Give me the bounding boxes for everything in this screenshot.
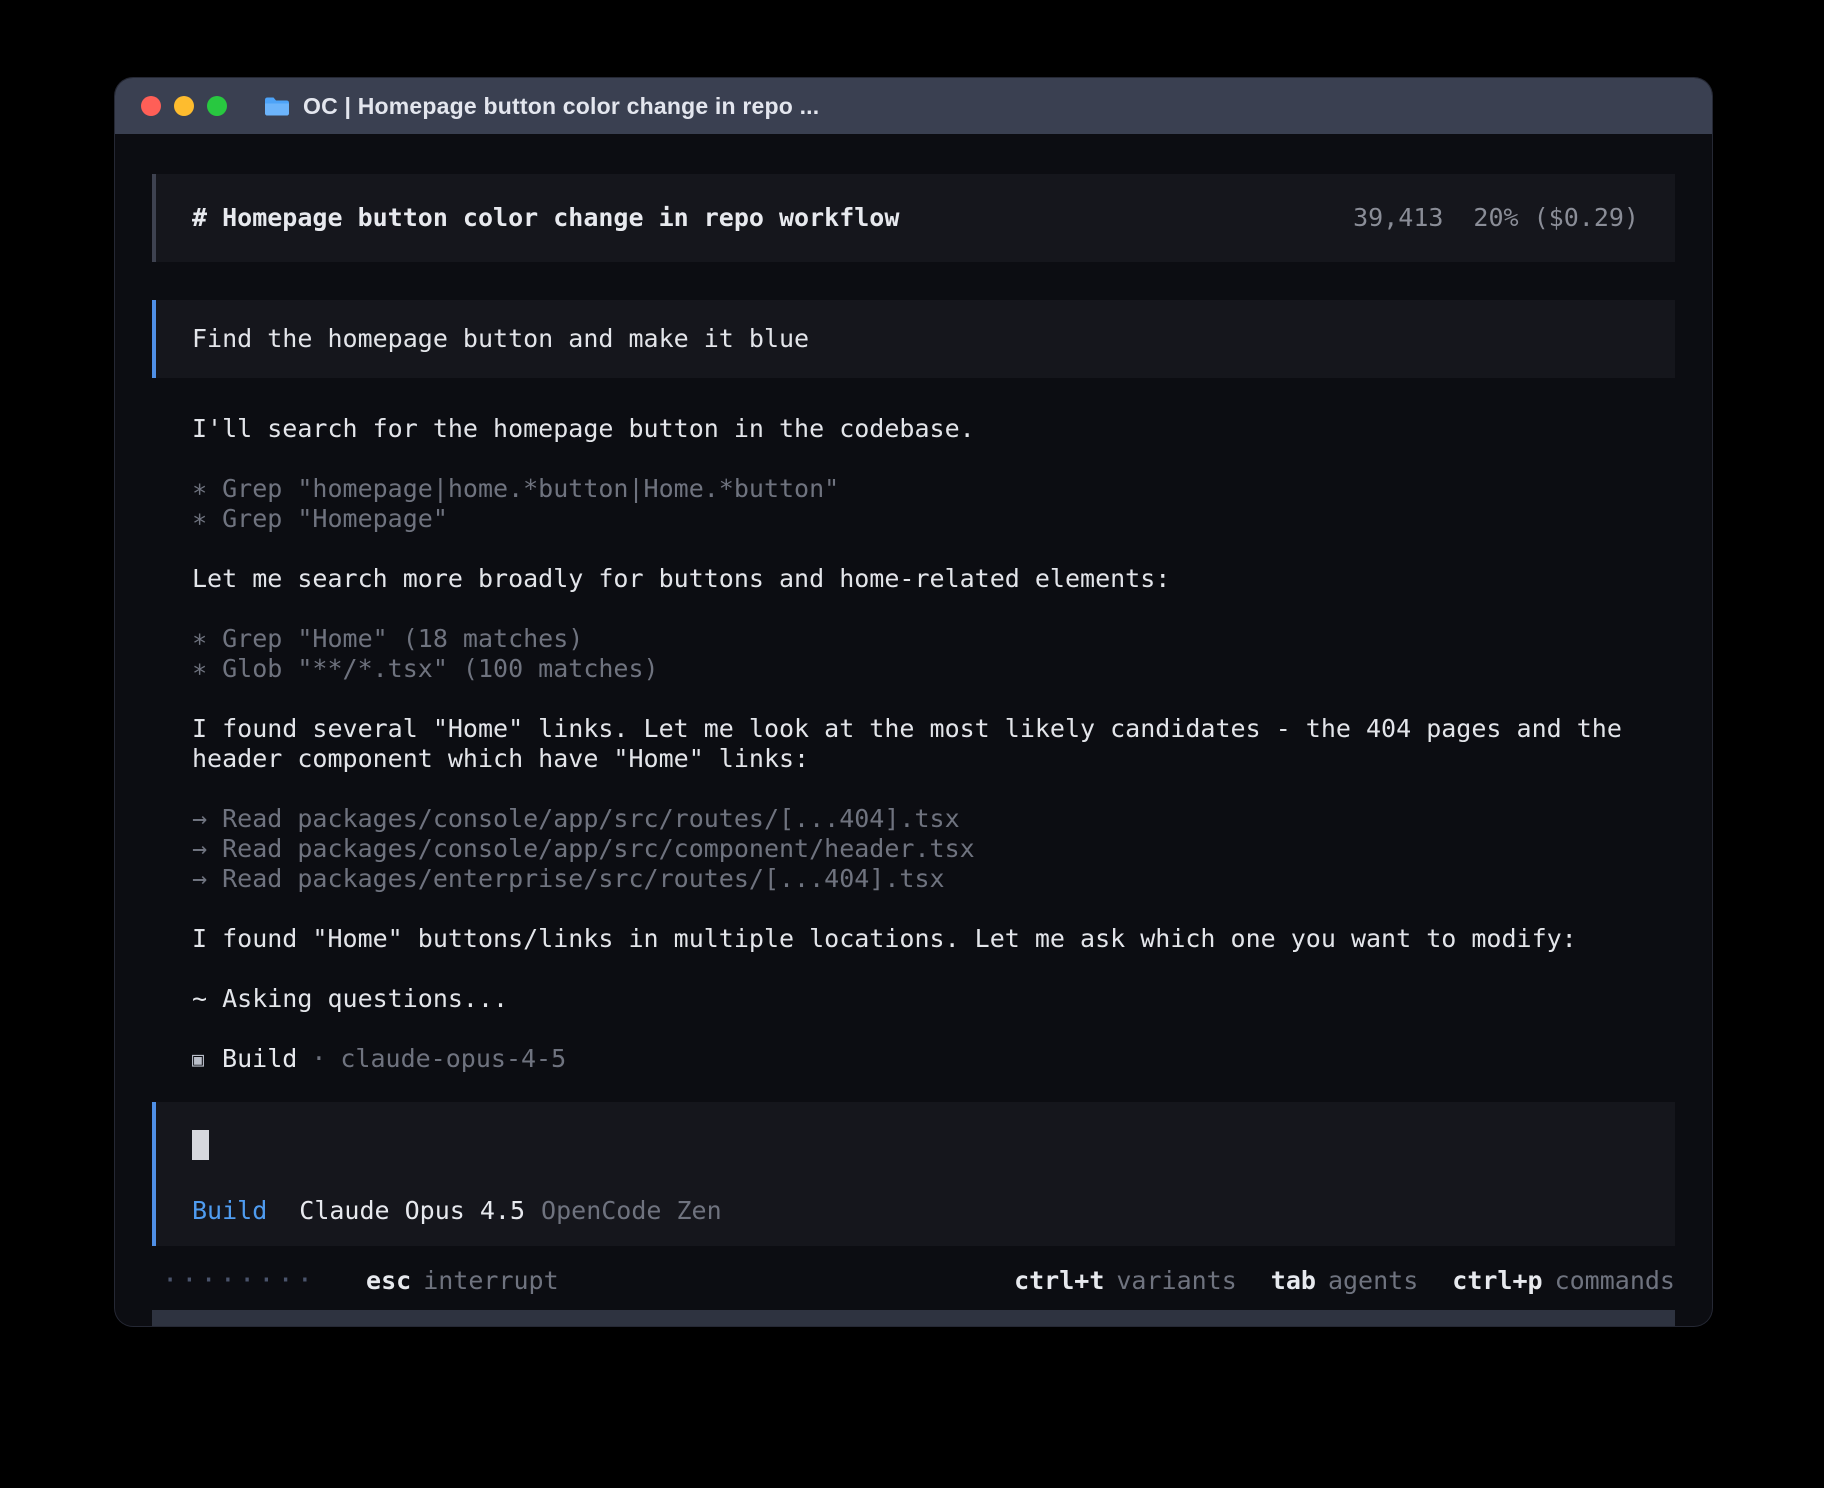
context-usage: 20% ($0.29) bbox=[1473, 203, 1639, 233]
shortcut-agents[interactable]: tab agents bbox=[1271, 1266, 1418, 1296]
tool-call-read: → Read packages/console/app/src/routes/[… bbox=[192, 804, 1675, 834]
shortcut-label: interrupt bbox=[423, 1266, 558, 1296]
agent-separator: · bbox=[311, 1044, 326, 1074]
agent-square-icon: ▣ bbox=[192, 1044, 204, 1074]
assistant-text: I found "Home" buttons/links in multiple… bbox=[192, 924, 1675, 954]
user-message: Find the homepage button and make it blu… bbox=[152, 300, 1675, 378]
provider-label: OpenCode Zen bbox=[541, 1196, 722, 1226]
close-button[interactable] bbox=[141, 96, 161, 116]
status-bar: ········ esc interrupt ctrl+t variants t… bbox=[152, 1266, 1675, 1296]
session-title: # Homepage button color change in repo w… bbox=[192, 203, 899, 233]
minimize-button[interactable] bbox=[174, 96, 194, 116]
shortcut-commands[interactable]: ctrl+p commands bbox=[1452, 1266, 1675, 1296]
agent-model: claude-opus-4-5 bbox=[340, 1044, 566, 1074]
tool-call-grep: ∗ Grep "Home" (18 matches) bbox=[192, 624, 1675, 654]
assistant-text: Let me search more broadly for buttons a… bbox=[192, 564, 1675, 594]
zoom-button[interactable] bbox=[207, 96, 227, 116]
shortcut-interrupt[interactable]: esc interrupt bbox=[366, 1266, 559, 1296]
tool-call-glob: ∗ Glob "**/*.tsx" (100 matches) bbox=[192, 654, 1675, 684]
assistant-status-text: ~ Asking questions... bbox=[192, 984, 1675, 1014]
agent-name: Build bbox=[222, 1044, 297, 1074]
window-title-group: OC | Homepage button color change in rep… bbox=[263, 93, 819, 120]
text-cursor bbox=[192, 1130, 209, 1160]
session-header: # Homepage button color change in repo w… bbox=[152, 174, 1675, 262]
input-meta: Build Claude Opus 4.5 OpenCode Zen bbox=[192, 1196, 1639, 1226]
session-stats: 39,413 20% ($0.29) bbox=[1353, 203, 1639, 233]
shortcut-label: agents bbox=[1328, 1266, 1418, 1296]
token-count: 39,413 bbox=[1353, 203, 1443, 233]
shortcut-key: ctrl+t bbox=[1014, 1266, 1104, 1296]
agent-mode-label[interactable]: Build bbox=[192, 1196, 267, 1226]
terminal-content: # Homepage button color change in repo w… bbox=[115, 134, 1712, 1326]
folder-icon bbox=[263, 95, 291, 118]
prompt-input[interactable]: Build Claude Opus 4.5 OpenCode Zen bbox=[152, 1102, 1675, 1246]
assistant-text: I'll search for the homepage button in t… bbox=[192, 414, 1675, 444]
traffic-lights bbox=[141, 96, 227, 116]
tool-call-grep: ∗ Grep "Homepage" bbox=[192, 504, 1675, 534]
window-bottom-strip bbox=[152, 1310, 1675, 1326]
shortcut-key: ctrl+p bbox=[1452, 1266, 1542, 1296]
assistant-text: I found several "Home" links. Let me loo… bbox=[192, 714, 1675, 774]
spinner-dots: ········ bbox=[162, 1266, 316, 1296]
shortcut-label: variants bbox=[1116, 1266, 1236, 1296]
titlebar[interactable]: OC | Homepage button color change in rep… bbox=[115, 78, 1712, 134]
agent-status-line: ▣ Build · claude-opus-4-5 bbox=[192, 1044, 1675, 1074]
window-title: OC | Homepage button color change in rep… bbox=[303, 93, 819, 120]
tool-call-read: → Read packages/enterprise/src/routes/[.… bbox=[192, 864, 1675, 894]
user-message-text: Find the homepage button and make it blu… bbox=[192, 324, 809, 354]
conversation: I'll search for the homepage button in t… bbox=[192, 384, 1675, 1014]
shortcut-variants[interactable]: ctrl+t variants bbox=[1014, 1266, 1237, 1296]
tool-call-grep: ∗ Grep "homepage|home.*button|Home.*butt… bbox=[192, 474, 1675, 504]
shortcut-key: tab bbox=[1271, 1266, 1316, 1296]
tool-call-read: → Read packages/console/app/src/componen… bbox=[192, 834, 1675, 864]
shortcut-label: commands bbox=[1555, 1266, 1675, 1296]
terminal-window: OC | Homepage button color change in rep… bbox=[115, 78, 1712, 1326]
model-label[interactable]: Claude Opus 4.5 bbox=[299, 1196, 525, 1226]
shortcut-key: esc bbox=[366, 1266, 411, 1296]
